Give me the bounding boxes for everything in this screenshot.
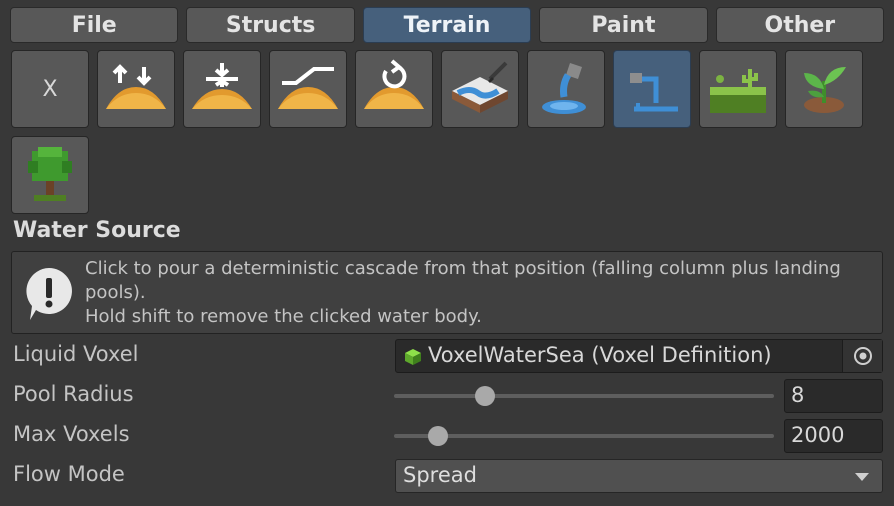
main-tabs: File Structs Terrain Paint Other — [10, 7, 885, 43]
slope-icon — [278, 67, 338, 109]
help-line-2: Hold shift to remove the clicked water b… — [85, 306, 482, 327]
flow-mode-row: Flow Mode Spread — [13, 459, 883, 493]
liquid-voxel-value: VoxelWaterSea (Voxel Definition) — [428, 343, 772, 367]
tab-other[interactable]: Other — [715, 7, 885, 43]
deselect-label: X — [42, 76, 58, 102]
max-voxels-slider[interactable] — [394, 426, 774, 446]
grass-cactus-icon — [710, 69, 766, 113]
max-voxels-label: Max Voxels — [13, 422, 130, 446]
help-text: Click to pour a deterministic cascade fr… — [85, 257, 875, 329]
rotate-terrain-icon — [364, 59, 424, 109]
river-paint-tool-button[interactable] — [441, 50, 519, 128]
max-voxels-slider-thumb[interactable] — [427, 426, 448, 446]
raise-lower-tool-button[interactable] — [97, 50, 175, 128]
tree-icon — [28, 147, 72, 201]
max-voxels-row: Max Voxels 2000 — [13, 419, 883, 453]
deselect-tool-button[interactable]: X — [11, 50, 89, 128]
liquid-voxel-field[interactable]: VoxelWaterSea (Voxel Definition) — [395, 339, 883, 373]
liquid-voxel-row: Liquid Voxel VoxelWaterSea (Voxel Defini… — [13, 339, 883, 373]
grass-tool-button[interactable] — [699, 50, 777, 128]
voxel-cube-icon — [405, 349, 421, 365]
sprout-icon — [804, 67, 846, 113]
max-voxels-input[interactable]: 2000 — [784, 419, 883, 453]
water-source-icon — [630, 73, 678, 112]
flow-mode-dropdown[interactable]: Spread — [395, 459, 883, 493]
warning-bubble-icon — [26, 268, 72, 320]
raise-lower-icon — [106, 64, 166, 109]
section-title: Water Source — [13, 218, 181, 243]
dropdown-arrow-icon — [855, 473, 869, 481]
pool-radius-row: Pool Radius 8 — [13, 379, 883, 413]
smooth-rotate-tool-button[interactable] — [355, 50, 433, 128]
pool-radius-slider[interactable] — [394, 386, 774, 406]
water-fill-tool-button[interactable] — [527, 50, 605, 128]
tab-paint[interactable]: Paint — [539, 7, 708, 43]
pool-radius-slider-thumb[interactable] — [475, 386, 496, 406]
flatten-icon — [192, 63, 252, 109]
plant-tool-button[interactable] — [785, 50, 863, 128]
flow-mode-value: Spread — [403, 463, 477, 487]
flatten-tool-button[interactable] — [183, 50, 261, 128]
help-line-1: Click to pour a deterministic cascade fr… — [85, 258, 841, 303]
river-brush-icon — [452, 61, 508, 113]
tab-file[interactable]: File — [10, 7, 179, 43]
object-picker-icon — [853, 347, 872, 365]
tree-tool-button[interactable] — [11, 136, 89, 214]
water-pour-icon — [542, 63, 586, 114]
tab-structs[interactable]: Structs — [186, 7, 355, 43]
pool-radius-label: Pool Radius — [13, 382, 134, 406]
liquid-voxel-label: Liquid Voxel — [13, 342, 139, 366]
pool-radius-input[interactable]: 8 — [784, 379, 883, 413]
flow-mode-label: Flow Mode — [13, 462, 125, 486]
slope-tool-button[interactable] — [269, 50, 347, 128]
help-box: Click to pour a deterministic cascade fr… — [11, 251, 883, 334]
water-source-tool-button[interactable] — [613, 50, 691, 128]
object-picker-button[interactable] — [842, 340, 882, 372]
tab-terrain[interactable]: Terrain — [362, 7, 532, 43]
